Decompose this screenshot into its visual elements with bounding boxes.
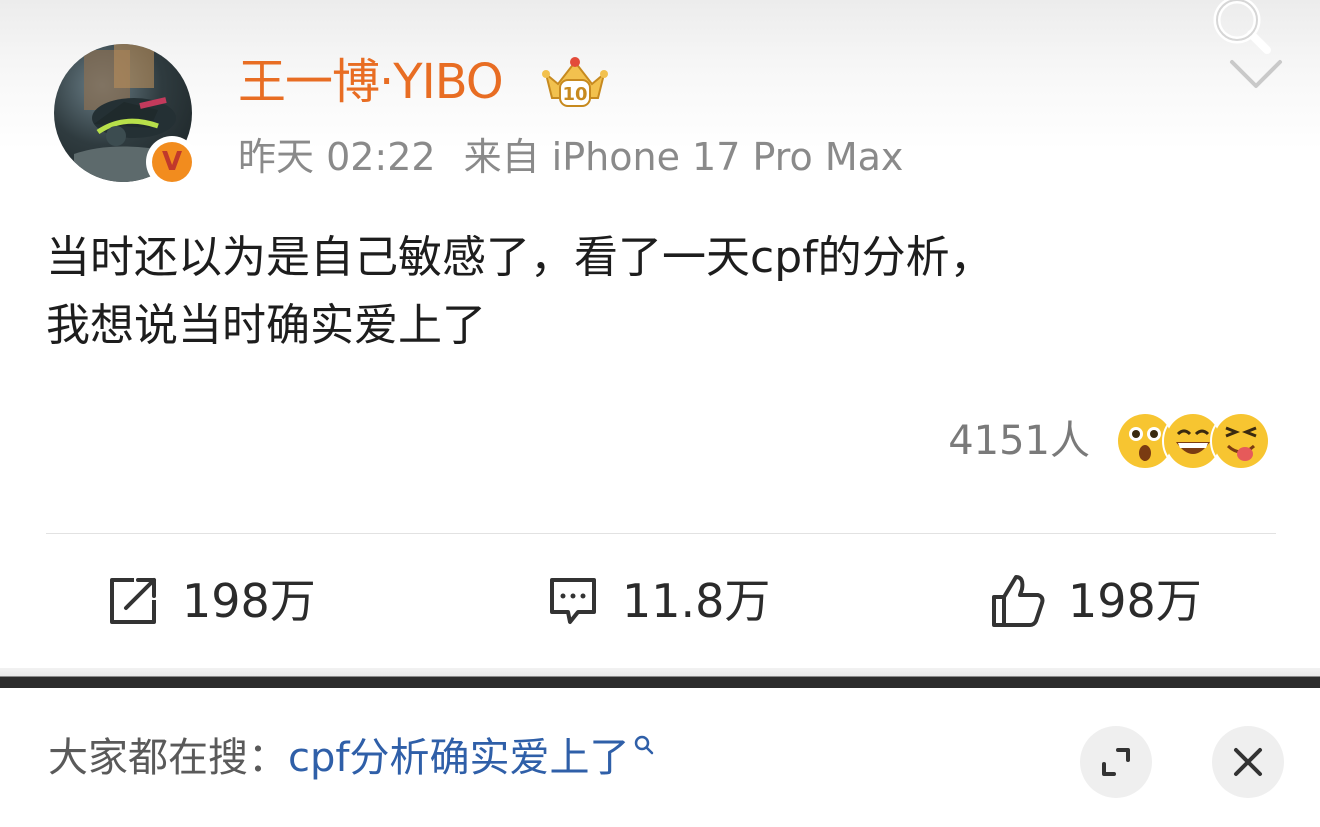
like-button[interactable]: 198万 bbox=[990, 570, 1202, 632]
post-time: 昨天 02:22 bbox=[238, 135, 436, 179]
weibo-post-card: V 王一博·YIBO 10 昨天 02:22 来自 iPhone 17 Pro M… bbox=[0, 0, 1320, 668]
username[interactable]: 王一博·YIBO bbox=[238, 52, 504, 112]
reaction-emoji-stack bbox=[1114, 410, 1272, 472]
close-button[interactable] bbox=[1212, 726, 1284, 798]
comment-button[interactable]: 11.8万 bbox=[546, 570, 770, 632]
hot-search[interactable]: 大家都在搜：cpf分析确实爱上了 bbox=[48, 728, 655, 788]
expand-button[interactable] bbox=[1080, 726, 1152, 798]
tongue-emoji-icon bbox=[1210, 410, 1272, 472]
post-content-line: 当时还以为是自己敏感了，看了一天cpf的分析， bbox=[46, 232, 994, 283]
divider bbox=[46, 533, 1276, 534]
post-menu-button[interactable] bbox=[1228, 58, 1284, 92]
close-icon bbox=[1234, 748, 1262, 776]
hot-search-query[interactable]: cpf分析确实爱上了 bbox=[288, 735, 629, 781]
comment-icon bbox=[550, 578, 596, 624]
reaction-count: 4151人 bbox=[948, 418, 1090, 464]
search-icon bbox=[1213, 0, 1271, 54]
hot-search-bar: 大家都在搜：cpf分析确实爱上了 bbox=[0, 688, 1320, 827]
repost-count: 198万 bbox=[182, 574, 316, 628]
post-meta: 昨天 02:22 来自 iPhone 17 Pro Max bbox=[238, 133, 903, 181]
verified-badge: V bbox=[146, 136, 198, 188]
like-count: 198万 bbox=[1068, 574, 1202, 628]
expand-icon bbox=[1102, 748, 1130, 776]
post-source: 来自 iPhone 17 Pro Max bbox=[463, 135, 904, 179]
comment-count: 11.8万 bbox=[622, 574, 771, 628]
badge-level: 10 bbox=[562, 84, 587, 105]
repost-button[interactable]: 198万 bbox=[106, 570, 316, 632]
repost-icon bbox=[110, 578, 156, 624]
crown-badge-icon[interactable]: 10 bbox=[540, 54, 610, 110]
reactions-summary[interactable]: 4151人 bbox=[948, 410, 1272, 472]
post-content-line: 我想说当时确实爱上了 bbox=[46, 300, 486, 351]
post-content: 当时还以为是自己敏感了，看了一天cpf的分析， 我想说当时确实爱上了 bbox=[46, 224, 1266, 360]
verified-mark: V bbox=[152, 142, 192, 182]
hot-search-label: 大家都在搜： bbox=[48, 735, 288, 781]
thumbs-up-icon bbox=[992, 575, 1045, 627]
chevron-down-icon bbox=[1230, 60, 1282, 88]
search-button[interactable] bbox=[1205, 0, 1273, 58]
search-icon bbox=[635, 735, 654, 755]
separator-band bbox=[0, 668, 1320, 688]
